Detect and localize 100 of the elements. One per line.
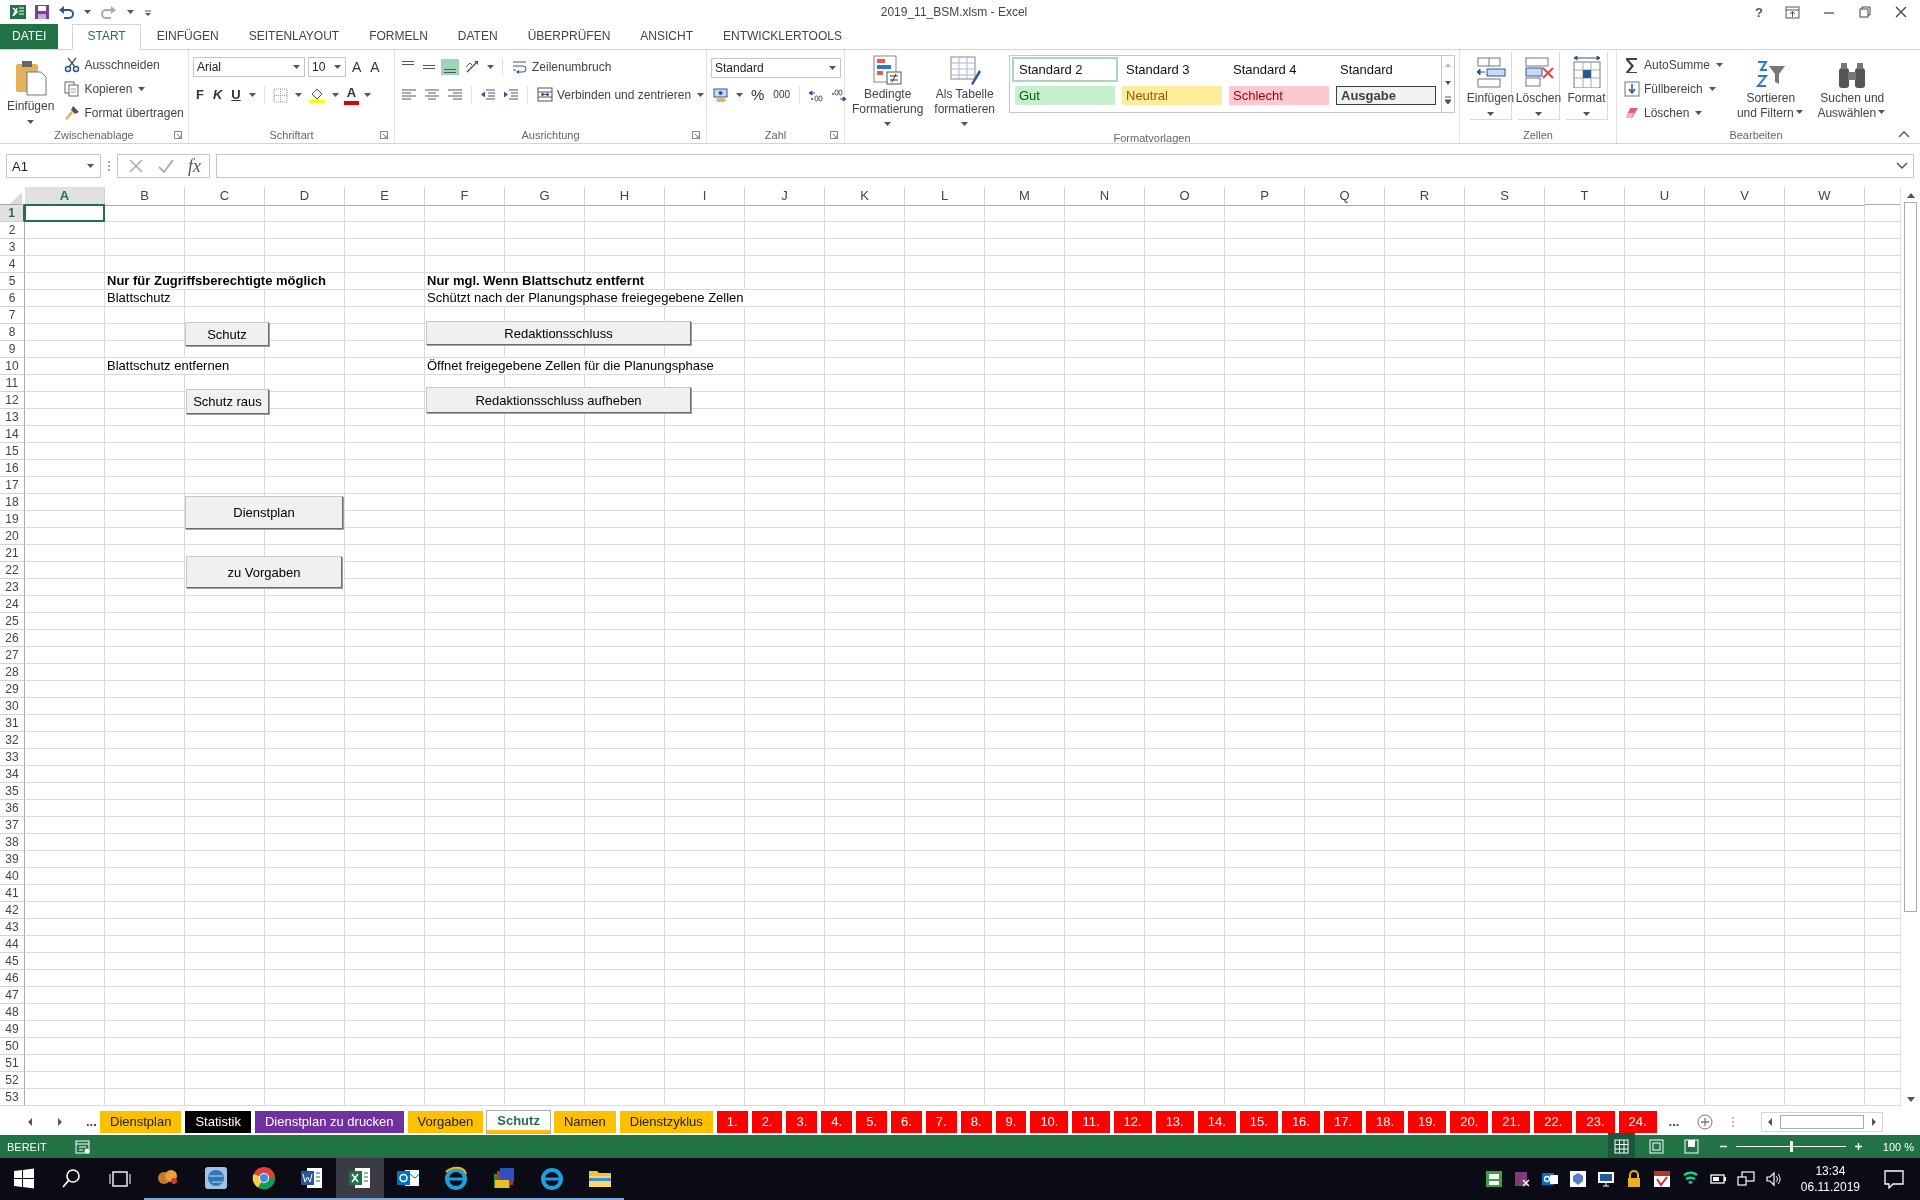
row-header[interactable]: 4 — [0, 256, 25, 273]
sheet-tab[interactable]: 16. — [1281, 1110, 1320, 1133]
row-header[interactable]: 40 — [0, 868, 25, 885]
row-header[interactable]: 32 — [0, 732, 25, 749]
start-icon[interactable] — [12, 1167, 36, 1191]
row-header[interactable]: 17 — [0, 477, 25, 494]
sheet-tab[interactable]: 4. — [821, 1110, 853, 1133]
ribbon-tab[interactable]: ENTWICKLERTOOLS — [709, 24, 856, 49]
shrink-font-button[interactable]: A — [367, 57, 383, 77]
underline-button[interactable]: U — [228, 85, 244, 105]
row-header[interactable]: 16 — [0, 460, 25, 477]
find-select-button[interactable]: Suchen und Auswählen — [1813, 52, 1891, 121]
row-header[interactable]: 28 — [0, 664, 25, 681]
autosum-button[interactable]: AutoSumme — [1621, 54, 1729, 76]
row-header[interactable]: 33 — [0, 749, 25, 766]
mail-app-icon[interactable] — [1540, 1170, 1559, 1188]
collapse-ribbon-icon[interactable] — [1898, 131, 1910, 139]
conditional-formatting-button[interactable]: Bedingte Formatierung — [849, 52, 927, 132]
row-header[interactable]: 9 — [0, 341, 25, 358]
sheet-tab[interactable]: 3. — [786, 1110, 818, 1133]
add-sheet-icon[interactable] — [1697, 1113, 1714, 1130]
cell-style[interactable]: Schlecht — [1226, 83, 1332, 108]
row-header[interactable]: 24 — [0, 596, 25, 613]
row-header[interactable]: 51 — [0, 1055, 25, 1072]
clock-time[interactable]: 13:34 — [1815, 1163, 1846, 1179]
row-header[interactable]: 19 — [0, 511, 25, 528]
fill-button[interactable]: Füllbereich — [1621, 78, 1729, 100]
font-field[interactable]: Arial — [193, 57, 305, 77]
column-header[interactable]: M — [985, 187, 1065, 206]
row-header[interactable]: 1 — [0, 205, 25, 222]
grow-font-button[interactable]: A — [349, 57, 365, 77]
sheet-tab[interactable]: 23. — [1576, 1110, 1615, 1133]
delete-cells-button[interactable]: Löschen — [1518, 52, 1560, 120]
ribbon-tab[interactable]: FORMELN — [355, 24, 442, 49]
column-header[interactable]: G — [505, 187, 585, 206]
row-header[interactable]: 49 — [0, 1021, 25, 1038]
customize-icon[interactable] — [144, 7, 152, 17]
row-header[interactable]: 7 — [0, 307, 25, 324]
sheet-tab[interactable]: 22. — [1534, 1110, 1573, 1133]
row-header[interactable]: 22 — [0, 562, 25, 579]
network-icon[interactable] — [1736, 1170, 1755, 1188]
sheet-tab[interactable]: 6. — [891, 1110, 922, 1133]
dialog-launcher-icon[interactable] — [380, 131, 388, 139]
sort-filter-button[interactable]: Sortieren und Filtern — [1732, 52, 1810, 121]
sheet-tab[interactable]: 8. — [960, 1110, 992, 1133]
row-header[interactable]: 31 — [0, 715, 25, 732]
sheet-tab[interactable]: 20. — [1450, 1110, 1489, 1133]
macro-button[interactable]: Schutz raus — [186, 389, 269, 414]
ribbon-tab[interactable]: ANSICHT — [626, 24, 707, 49]
row-header[interactable]: 41 — [0, 885, 25, 902]
row-header[interactable]: 44 — [0, 936, 25, 953]
column-header[interactable]: B — [105, 187, 185, 206]
row-header[interactable]: 5 — [0, 273, 25, 290]
row-header[interactable]: 20 — [0, 528, 25, 545]
column-header[interactable]: O — [1145, 187, 1225, 206]
row-header[interactable]: 25 — [0, 613, 25, 630]
macro-record-icon[interactable] — [74, 1139, 90, 1154]
merge-button[interactable]: Verbinden und zentrieren — [534, 84, 710, 106]
row-header[interactable]: 14 — [0, 426, 25, 443]
sheet-tab[interactable]: 15. — [1239, 1110, 1278, 1133]
row-header[interactable]: 47 — [0, 987, 25, 1004]
clear-button[interactable]: Löschen — [1621, 102, 1729, 124]
zoom-thumb[interactable] — [1789, 1141, 1793, 1152]
spreadsheet-app-icon[interactable] — [348, 1166, 372, 1190]
active-cell[interactable] — [24, 204, 105, 222]
borders-button[interactable] — [270, 85, 290, 105]
sheet-tab[interactable]: 18. — [1366, 1110, 1405, 1133]
macro-button[interactable]: Redaktionsschluss — [426, 321, 691, 345]
sheet-tab[interactable]: 9. — [995, 1110, 1027, 1133]
macro-button[interactable]: Redaktionsschluss aufheben — [426, 387, 691, 413]
scroll-down-icon[interactable] — [1905, 1096, 1916, 1104]
row-header[interactable]: 29 — [0, 681, 25, 698]
column-header[interactable]: L — [905, 187, 985, 206]
sheet-tab[interactable]: 1. — [716, 1110, 748, 1133]
ribbon-tab[interactable]: DATEN — [443, 24, 512, 49]
column-header[interactable]: W — [1785, 187, 1865, 206]
sheet-tab[interactable]: Dienstzyklus — [619, 1110, 713, 1133]
clock-date[interactable]: 06.11.2019 — [1800, 1179, 1860, 1195]
horizontal-scrollbar[interactable] — [1761, 1111, 1884, 1132]
column-header[interactable]: I — [665, 187, 745, 206]
wrap-text-button[interactable]: Zeilenumbruch — [509, 56, 615, 78]
column-header[interactable]: J — [745, 187, 825, 206]
ribbon-tab[interactable]: SEITENLAYOUT — [234, 24, 354, 49]
row-header[interactable]: 23 — [0, 579, 25, 596]
row-header[interactable]: 3 — [0, 239, 25, 256]
sheet-tab[interactable]: Statistik — [185, 1110, 251, 1133]
calendar-icon[interactable] — [1652, 1170, 1671, 1188]
sheet-tab[interactable]: 14. — [1197, 1110, 1236, 1133]
align-button[interactable] — [441, 59, 459, 75]
folders-app-icon[interactable] — [492, 1166, 516, 1190]
sheet-tab[interactable]: 12. — [1113, 1110, 1152, 1133]
row-header[interactable]: 52 — [0, 1072, 25, 1089]
row-header[interactable]: 36 — [0, 800, 25, 817]
scroll-left-icon[interactable] — [1766, 1116, 1775, 1127]
column-header[interactable]: N — [1065, 187, 1145, 206]
row-header[interactable]: 13 — [0, 409, 25, 426]
help-button[interactable]: ? — [1755, 4, 1763, 20]
expand-icon[interactable] — [1896, 162, 1908, 170]
row-header[interactable]: 12 — [0, 392, 25, 409]
column-header[interactable]: R — [1385, 187, 1465, 206]
